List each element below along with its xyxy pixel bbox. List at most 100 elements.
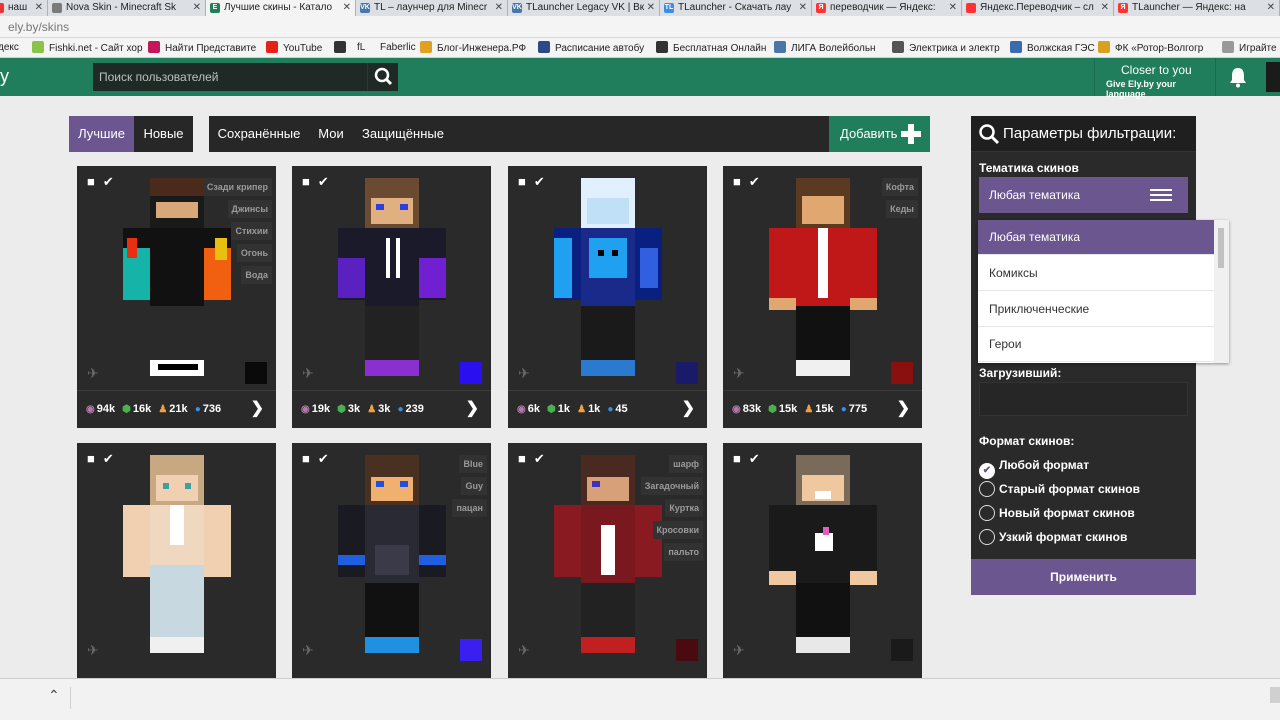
skin-card[interactable]: ■ ✔ ✈ ◉ 6k ⬢ 1k ♟ 1k ● 45 ❯ xyxy=(508,166,707,428)
address-bar[interactable]: ely.by/skins xyxy=(0,16,1280,38)
bookmark-item[interactable]: Найти Представите xyxy=(148,41,256,56)
browser-tab[interactable]: TL TLauncher - Скачать лау ✕ xyxy=(660,0,812,16)
cube-icon[interactable]: ■ xyxy=(733,451,741,466)
close-icon[interactable]: ✕ xyxy=(343,0,351,15)
cube-icon[interactable]: ■ xyxy=(302,174,310,189)
browser-tab[interactable]: Nova Skin - Minecraft Sk ✕ xyxy=(48,0,206,16)
tag[interactable]: пацан xyxy=(452,499,487,517)
search-button[interactable] xyxy=(367,63,398,91)
tag[interactable]: Вода xyxy=(241,266,272,284)
cube-icon[interactable]: ■ xyxy=(733,174,741,189)
chevron-right-icon[interactable]: ❯ xyxy=(897,391,910,427)
bookmark-item[interactable]: Faberlic xyxy=(380,41,416,55)
uploader-input[interactable] xyxy=(979,382,1188,416)
chevron-right-icon[interactable]: ❯ xyxy=(251,391,264,427)
dropdown-scrollbar[interactable] xyxy=(1214,220,1229,363)
tag[interactable]: Джинсы xyxy=(227,200,272,218)
apply-button[interactable]: Применить xyxy=(971,559,1196,595)
tab-new[interactable]: Новые xyxy=(134,116,193,152)
close-icon[interactable]: ✕ xyxy=(647,0,655,15)
scrollbar[interactable] xyxy=(1270,687,1280,703)
check-icon[interactable]: ✔ xyxy=(318,451,329,466)
add-skin-button[interactable]: Добавить xyxy=(829,116,930,152)
bookmark-item[interactable]: YouTube xyxy=(266,41,322,56)
browser-tab[interactable]: Я TLauncher — Яндекс: на ✕ xyxy=(1114,0,1280,16)
browser-tab[interactable]: VK TLauncher Legacy VK | Вк ✕ xyxy=(508,0,660,16)
tag[interactable]: Кофта xyxy=(881,178,918,196)
browser-tab[interactable]: Яндекс.Переводчик – сл ✕ xyxy=(962,0,1114,16)
tag[interactable]: Кеды xyxy=(886,200,918,218)
skin-card[interactable]: ■ ✔ ✈ xyxy=(723,443,922,678)
browser-tab[interactable]: VK TL – лаунчер для Minecr ✕ xyxy=(356,0,508,16)
logo-icon[interactable]: y xyxy=(0,66,9,87)
bookmark-item[interactable]: Расписание автобу xyxy=(538,41,644,56)
cube-icon[interactable]: ■ xyxy=(518,174,526,189)
check-icon[interactable]: ✔ xyxy=(534,174,545,189)
tag[interactable]: Сзади крипер xyxy=(202,178,272,196)
close-icon[interactable]: ✕ xyxy=(1101,0,1109,15)
theme-select[interactable]: Любая тематика xyxy=(979,177,1188,213)
bell-icon[interactable] xyxy=(1228,66,1248,91)
cube-icon[interactable]: ■ xyxy=(87,174,95,189)
bookmark-item[interactable]: fL xyxy=(357,41,365,55)
language-promo[interactable]: Closer to you Give Ely.by your language xyxy=(1094,58,1216,99)
browser-tab[interactable]: наш ✕ xyxy=(0,0,48,16)
close-icon[interactable]: ✕ xyxy=(495,0,503,15)
check-icon[interactable]: ✔ xyxy=(534,451,545,466)
skin-card[interactable]: ■ ✔ шарф Загадочный Куртка Кросовки пальт… xyxy=(508,443,707,678)
bookmark-item[interactable]: Электрика и электр xyxy=(892,41,1000,56)
tab-saved[interactable]: Сохранённые xyxy=(209,116,309,152)
close-icon[interactable]: ✕ xyxy=(35,0,43,15)
radio-slim-format[interactable]: Узкий формат скинов xyxy=(979,529,1127,545)
dropdown-option[interactable]: Герои xyxy=(978,327,1214,362)
cube-icon[interactable]: ■ xyxy=(518,451,526,466)
tab-protected[interactable]: Защищённые xyxy=(353,116,453,152)
bookmark-item[interactable] xyxy=(334,41,351,56)
cube-icon[interactable]: ■ xyxy=(87,451,95,466)
radio-new-format[interactable]: Новый формат скинов xyxy=(979,505,1135,521)
bookmark-item[interactable]: Блог-Инженера.РФ xyxy=(420,41,526,56)
close-icon[interactable]: ✕ xyxy=(193,0,201,15)
bookmark-item[interactable]: ФК «Ротор-Волгогр xyxy=(1098,41,1203,56)
browser-tab-active[interactable]: E Лучшие скины - Катало ✕ xyxy=(206,0,356,16)
close-icon[interactable]: ✕ xyxy=(1267,0,1275,15)
radio-any-format[interactable]: ✔ Любой формат xyxy=(979,457,1089,479)
bookmark-item[interactable]: Бесплатная Онлайн xyxy=(656,41,766,56)
scrollbar-thumb[interactable] xyxy=(1218,228,1224,268)
check-icon[interactable]: ✔ xyxy=(749,174,760,189)
user-search-input[interactable] xyxy=(93,63,367,91)
chevron-right-icon[interactable]: ❯ xyxy=(466,391,479,427)
check-icon[interactable]: ✔ xyxy=(103,451,114,466)
browser-tab[interactable]: Япереводчик — Яндекс: ✕ xyxy=(812,0,962,16)
check-icon[interactable]: ✔ xyxy=(318,174,329,189)
dropdown-option[interactable]: Комиксы xyxy=(978,256,1214,291)
dropdown-option[interactable]: Любая тематика xyxy=(978,220,1214,255)
check-icon[interactable]: ✔ xyxy=(749,451,760,466)
tag[interactable]: Blue xyxy=(459,455,487,473)
bookmark-item[interactable]: Играйте в xyxy=(1222,41,1280,56)
tag[interactable]: шарф xyxy=(669,455,703,473)
bookmark-item[interactable]: ЛИГА Волейбольн xyxy=(774,41,876,56)
tag[interactable]: Кросовки xyxy=(652,521,703,539)
tag[interactable]: Куртка xyxy=(665,499,703,517)
radio-old-format[interactable]: Старый формат скинов xyxy=(979,481,1140,497)
bookmark-item[interactable]: декс xyxy=(0,41,19,55)
close-icon[interactable]: ✕ xyxy=(949,0,957,15)
cube-icon[interactable]: ■ xyxy=(302,451,310,466)
skin-card[interactable]: ■ ✔ Кофта Кеды ✈ ◉ 83k ⬢ 15k ♟ 15k ● 775 ❯ xyxy=(723,166,922,428)
skin-card[interactable]: ■ ✔ Blue Guy пацан ✈ xyxy=(292,443,491,678)
tag[interactable]: Загадочный xyxy=(640,477,703,495)
tag[interactable]: Стихии xyxy=(231,222,272,240)
check-icon[interactable]: ✔ xyxy=(103,174,114,189)
skin-card[interactable]: ■ ✔ ✈ ◉ 19k ⬢ 3k ♟ 3k ● 239 ❯ xyxy=(292,166,491,428)
skin-card[interactable]: ■ ✔ Сзади крипер Джинсы Стихии Огонь Вода… xyxy=(77,166,276,428)
close-icon[interactable]: ✕ xyxy=(799,0,807,15)
dropdown-option[interactable]: Приключенческие xyxy=(978,292,1214,327)
chevron-right-icon[interactable]: ❯ xyxy=(682,391,695,427)
tag[interactable]: Огонь xyxy=(236,244,272,262)
tab-best[interactable]: Лучшие xyxy=(69,116,134,152)
skin-card[interactable]: ■ ✔ ✈ xyxy=(77,443,276,678)
tag[interactable]: пальто xyxy=(664,543,703,561)
avatar[interactable] xyxy=(1266,62,1280,92)
tab-mine[interactable]: Мои xyxy=(309,116,353,152)
